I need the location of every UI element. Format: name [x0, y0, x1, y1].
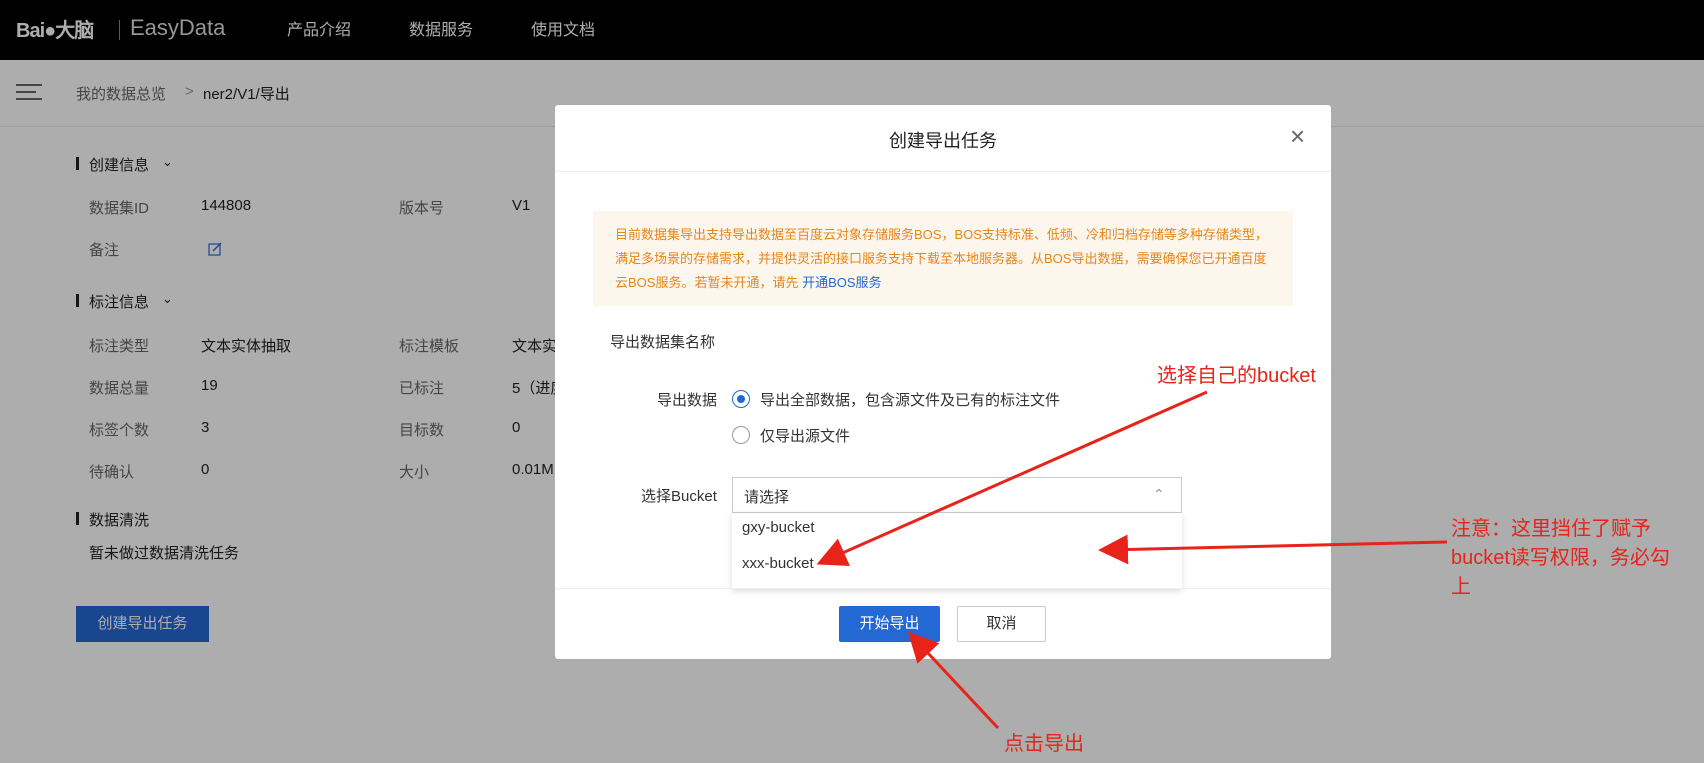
annotation-note-line1: 注意：这里挡住了赋予 — [1451, 518, 1651, 540]
bucket-dropdown: gxy-bucket xxx-bucket — [732, 513, 1182, 589]
annotation-choose-bucket: 选择自己的bucket — [1157, 365, 1316, 387]
dialog-footer-divider — [555, 588, 1331, 589]
bucket-select[interactable]: 请选择 ⌃ — [732, 477, 1182, 513]
start-export-button[interactable]: 开始导出 — [839, 606, 940, 642]
bucket-label: 选择Bucket — [641, 488, 717, 505]
export-data-label: 导出数据 — [657, 392, 718, 409]
dialog-header-divider — [555, 171, 1331, 172]
bucket-option[interactable]: gxy-bucket — [742, 519, 815, 536]
export-name-label: 导出数据集名称 — [610, 334, 716, 351]
notice-text: 目前数据集导出支持导出数据至百度云对象存储服务BOS，BOS支持标准、低频、冷和… — [615, 227, 1268, 290]
cancel-button[interactable]: 取消 — [957, 606, 1046, 642]
close-icon[interactable]: × — [1290, 123, 1305, 149]
open-bos-link[interactable]: 开通BOS服务 — [802, 275, 881, 290]
bucket-option[interactable]: xxx-bucket — [742, 555, 814, 572]
radio-export-source[interactable] — [732, 426, 750, 444]
bos-notice: 目前数据集导出支持导出数据至百度云对象存储服务BOS，BOS支持标准、低频、冷和… — [593, 211, 1293, 306]
annotation-note-line3: 上 — [1451, 576, 1471, 598]
option-export-source-label[interactable]: 仅导出源文件 — [760, 425, 850, 446]
dialog-title: 创建导出任务 — [889, 131, 997, 151]
annotation-click-export: 点击导出 — [1004, 733, 1084, 755]
option-export-all-label[interactable]: 导出全部数据，包含源文件及已有的标注文件 — [760, 389, 1060, 410]
radio-export-all[interactable] — [732, 390, 750, 408]
annotation-note-line2: bucket读写权限，务必勾 — [1451, 547, 1670, 569]
chevron-up-icon: ⌃ — [1153, 486, 1165, 502]
bucket-select-placeholder: 请选择 — [744, 489, 790, 506]
